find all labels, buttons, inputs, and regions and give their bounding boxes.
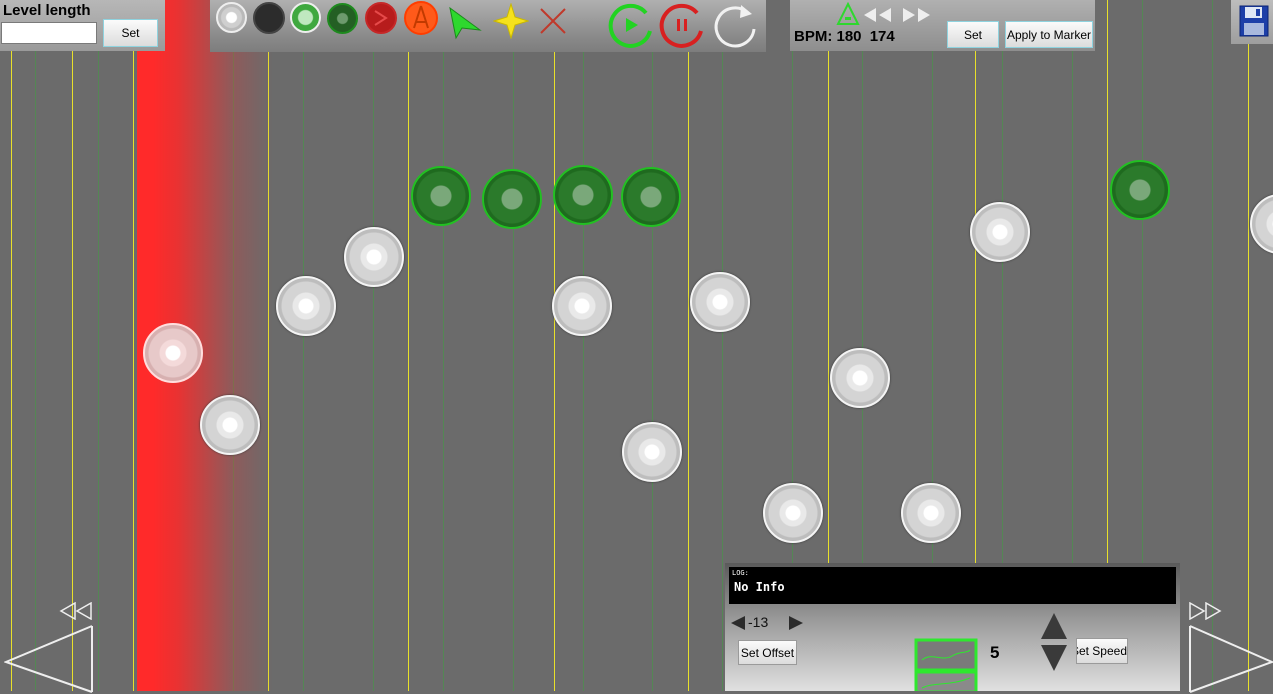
level-length-label: Level length: [3, 2, 91, 19]
play-icon[interactable]: [606, 1, 656, 51]
orange-note-tool-icon[interactable]: [403, 0, 439, 36]
set-offset-button[interactable]: Set Offset: [738, 640, 797, 665]
note-white[interactable]: [763, 483, 823, 543]
bpm-value: 180: [836, 28, 862, 45]
star-tool-icon[interactable]: [493, 3, 529, 39]
green-dark-note-tool-icon[interactable]: [327, 3, 358, 34]
offset-decrease-icon[interactable]: [729, 615, 747, 631]
note-white[interactable]: [622, 422, 682, 482]
note-white[interactable]: [901, 483, 961, 543]
set-speed-button[interactable]: Set Speed: [1076, 638, 1128, 664]
apply-to-marker-button[interactable]: Apply to Marker: [1005, 21, 1093, 48]
level-length-set-button[interactable]: Set: [103, 19, 158, 47]
note-white[interactable]: [970, 202, 1030, 262]
tool-palette: [210, 0, 766, 52]
floppy-disk-icon: [1239, 5, 1269, 37]
scroll-left-icon[interactable]: [4, 624, 96, 694]
note-white[interactable]: [143, 323, 203, 383]
note-white[interactable]: [1250, 194, 1273, 254]
offset-increase-icon[interactable]: [787, 615, 805, 631]
speed-value: 5: [990, 643, 1000, 662]
bpm-set-button[interactable]: Set: [947, 21, 999, 48]
white-note-tool-icon[interactable]: [216, 2, 247, 33]
next-marker-icon[interactable]: [901, 7, 933, 23]
bpm-marker-icon[interactable]: [836, 2, 860, 26]
reload-icon[interactable]: [710, 1, 760, 51]
log-box: LOG: No Info: [729, 567, 1176, 604]
log-label: LOG:: [732, 569, 749, 577]
red-note-tool-icon[interactable]: [364, 1, 398, 35]
log-text: No Info: [734, 580, 785, 594]
pause-icon[interactable]: [657, 1, 707, 51]
offset-value: -13: [748, 614, 769, 630]
speed-up-icon: [1041, 613, 1067, 639]
bpm-label: BPM:: [794, 28, 833, 45]
previous-marker-icon[interactable]: [862, 7, 894, 23]
note-green[interactable]: [621, 167, 681, 227]
note-green[interactable]: [553, 165, 613, 225]
speed-down-icon: [1041, 645, 1067, 671]
delete-tool-icon[interactable]: [537, 5, 569, 37]
speed-stepper[interactable]: [1039, 611, 1069, 673]
green-light-note-tool-icon[interactable]: [290, 2, 321, 33]
note-white[interactable]: [200, 395, 260, 455]
note-white[interactable]: [830, 348, 890, 408]
note-white[interactable]: [344, 227, 404, 287]
scroll-left-fast-icon[interactable]: [58, 602, 94, 620]
level-length-panel: Level length Set: [0, 0, 165, 51]
scroll-right-icon[interactable]: [1187, 624, 1273, 694]
speed-preview-icon: [914, 638, 978, 691]
bpm-value-secondary: 174: [869, 28, 895, 45]
note-white[interactable]: [552, 276, 612, 336]
bpm-panel: BPM: 180 174 Set Apply to Marker: [790, 0, 1095, 51]
bpm-readout: BPM: 180 174: [794, 28, 895, 45]
level-length-input[interactable]: [1, 22, 97, 44]
black-note-tool-icon[interactable]: [253, 2, 285, 34]
note-green[interactable]: [411, 166, 471, 226]
note-white[interactable]: [276, 276, 336, 336]
note-white[interactable]: [690, 272, 750, 332]
save-button[interactable]: [1231, 0, 1273, 44]
select-arrow-tool-icon[interactable]: [447, 6, 483, 40]
bottom-control-panel: LOG: No Info -13 Set Offset 5 Set Speed: [725, 563, 1180, 691]
note-green[interactable]: [482, 169, 542, 229]
note-green[interactable]: [1110, 160, 1170, 220]
scroll-right-fast-icon[interactable]: [1187, 602, 1223, 620]
